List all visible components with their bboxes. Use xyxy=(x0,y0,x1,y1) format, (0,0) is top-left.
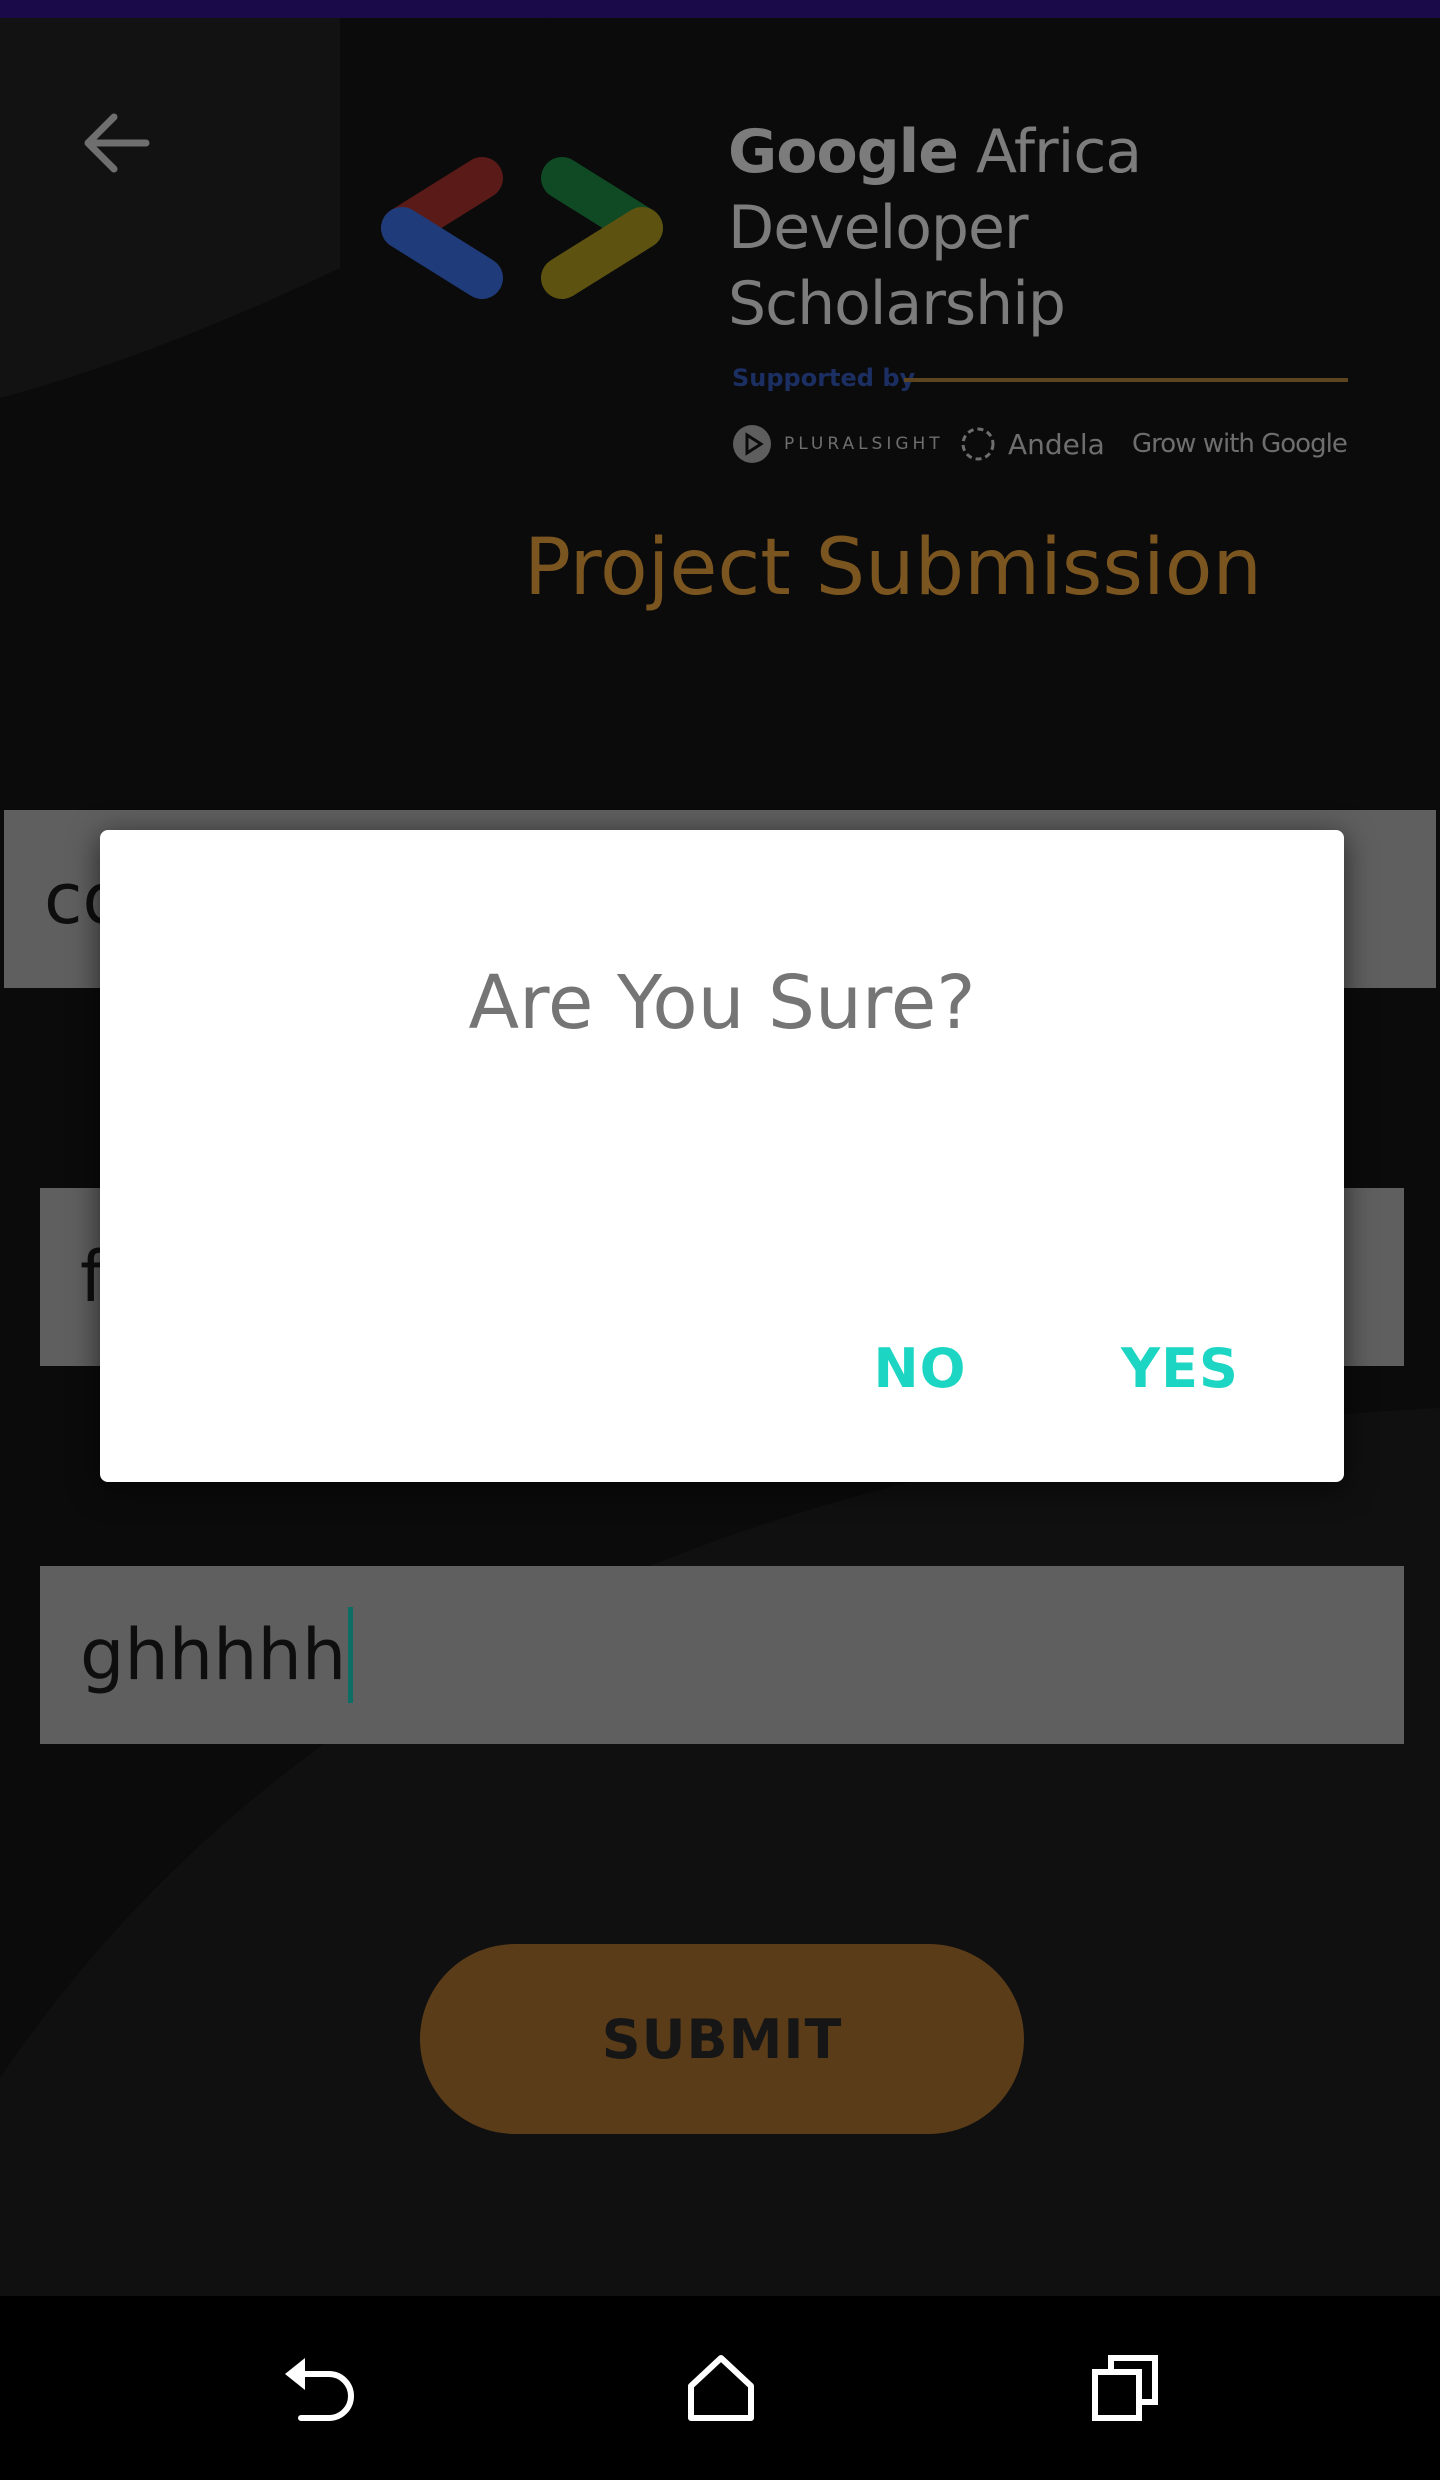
submit-button[interactable]: SUBMIT xyxy=(420,1944,1024,2134)
andela-logo: Andela xyxy=(958,422,1105,466)
gads-logo xyxy=(381,157,663,299)
brand-subtitle: Developer Scholarship xyxy=(728,193,1066,339)
nav-back-icon xyxy=(285,2358,354,2421)
status-bar xyxy=(0,0,1440,18)
brand-block: Google Africa Developer Scholarship Supp… xyxy=(728,114,1348,472)
arrow-left-icon xyxy=(84,113,150,173)
navigation-bar xyxy=(0,2296,1440,2480)
nav-back-button[interactable] xyxy=(266,2338,376,2438)
no-button[interactable]: NO xyxy=(840,1318,1000,1418)
andela-icon xyxy=(961,427,995,461)
text-caret xyxy=(348,1607,354,1703)
grow-with-google-logo: Grow with Google xyxy=(1132,429,1348,459)
dialog-title: Are You Sure? xyxy=(468,960,976,1046)
supported-by-label: Supported by xyxy=(732,364,916,392)
pluralsight-logo: PLURALSIGHT xyxy=(732,422,944,466)
partners-row: PLURALSIGHT Andela Grow with Google xyxy=(728,422,1348,472)
recents-icon xyxy=(1092,2355,1158,2421)
divider xyxy=(904,378,1348,382)
yes-button[interactable]: YES xyxy=(1090,1318,1270,1418)
brand-title: Google Africa xyxy=(728,117,1142,187)
back-button[interactable] xyxy=(70,98,160,188)
home-icon xyxy=(688,2355,754,2421)
nav-recents-button[interactable] xyxy=(1070,2338,1180,2438)
project-link-field[interactable]: ghhhhh xyxy=(40,1566,1404,1744)
confirm-dialog: Are You Sure? NO YES xyxy=(100,830,1344,1482)
nav-home-button[interactable] xyxy=(666,2338,776,2438)
supported-row: Supported by xyxy=(728,364,1348,398)
play-icon xyxy=(733,425,771,463)
